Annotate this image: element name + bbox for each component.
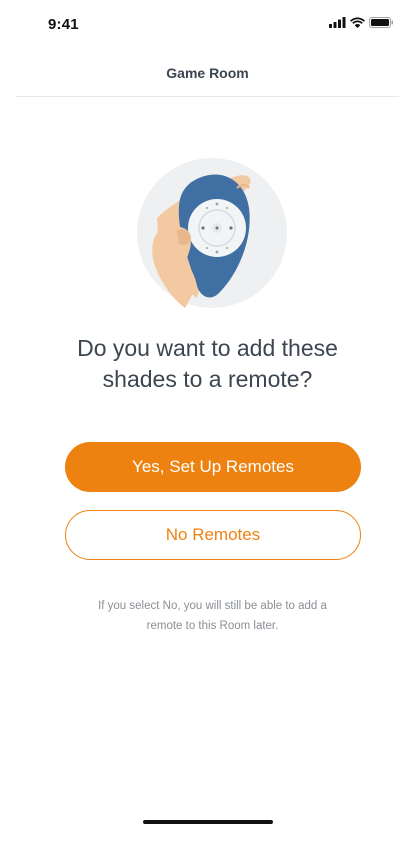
status-icons: [329, 17, 393, 28]
battery-icon: [369, 17, 393, 28]
remote-illustration: [137, 158, 287, 308]
header-divider: [16, 96, 399, 97]
question-line-2: shades to a remote?: [102, 366, 313, 392]
help-note-line-2: remote to this Room later.: [146, 620, 279, 632]
wifi-icon: [350, 17, 365, 28]
question-line-1: Do you want to add these: [77, 335, 338, 361]
question-heading: Do you want to add these shades to a rem…: [40, 333, 375, 395]
help-note: If you select No, you will still be able…: [55, 596, 370, 636]
status-bar: 9:41: [0, 0, 415, 52]
no-remotes-button[interactable]: No Remotes: [65, 510, 361, 560]
page-title: Game Room: [166, 65, 249, 81]
signal-icon: [329, 17, 346, 28]
set-up-remotes-button[interactable]: Yes, Set Up Remotes: [65, 442, 361, 492]
help-note-line-1: If you select No, you will still be able…: [98, 600, 327, 612]
home-indicator[interactable]: [143, 820, 273, 824]
status-time: 9:41: [48, 16, 79, 33]
